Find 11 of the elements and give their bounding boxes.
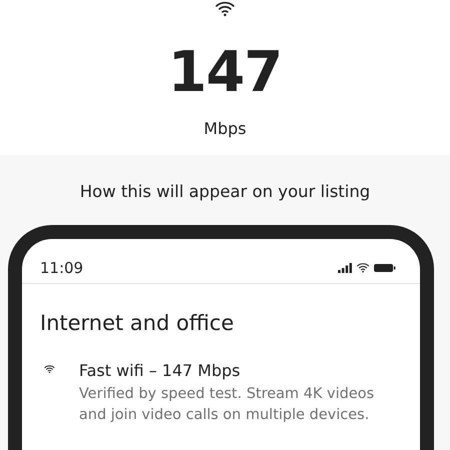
wifi-icon	[214, 0, 236, 17]
wifi-icon	[356, 262, 370, 273]
status-time: 11:09	[40, 258, 84, 276]
signal-icon	[338, 262, 352, 272]
battery-icon	[374, 262, 396, 272]
amenity-title: Fast wifi – 147 Mbps	[79, 361, 242, 380]
amenity-description: Verified by speed test. Stream 4K videos and join video calls on multiple devices.	[79, 385, 376, 426]
section-title: Internet and office	[40, 311, 235, 335]
preview-heading: How this will appear on your listing	[78, 182, 372, 201]
speed-unit: Mbps	[204, 119, 246, 138]
speed-value: 147	[168, 45, 282, 101]
